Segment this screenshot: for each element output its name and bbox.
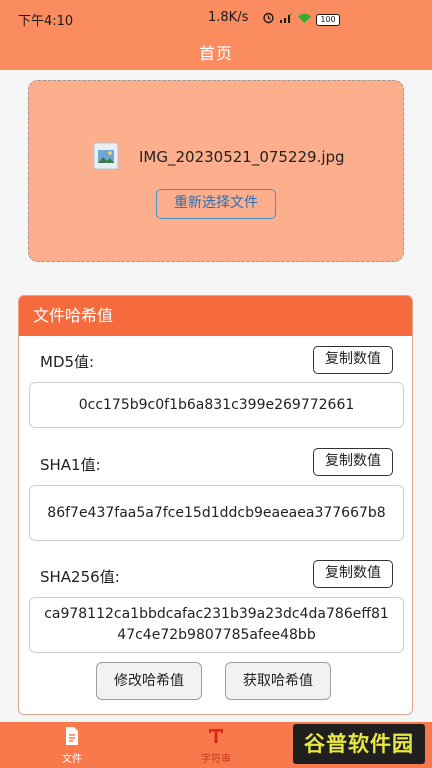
page-title: 首页	[198, 44, 233, 63]
status-time: 下午4:10	[18, 14, 74, 29]
sha256-label: SHA256值:	[40, 568, 120, 586]
status-icons: 100	[262, 11, 340, 28]
nav-item-file[interactable]: 文件	[56, 726, 88, 765]
sha256-value-field[interactable]: ca978112ca1bbdcafac231b39a23dc4da786eff8…	[29, 597, 404, 653]
nav-item-string[interactable]: 字符串	[196, 726, 236, 765]
file-picker-card[interactable]: IMG_20230521_075229.jpg 重新选择文件	[28, 80, 404, 262]
app-header: 下午4:10 1.8K/s 100 首页	[0, 0, 432, 70]
text-icon	[206, 729, 226, 749]
md5-value-field[interactable]: 0cc175b9c0f1b6a831c399e269772661	[29, 382, 404, 428]
network-speed: 1.8K/s	[208, 10, 249, 25]
copy-md5-button[interactable]: 复制数值	[313, 346, 393, 374]
sha1-label: SHA1值:	[40, 456, 101, 474]
battery-icon: 100	[316, 13, 340, 26]
copy-sha1-button[interactable]: 复制数值	[313, 448, 393, 476]
md5-label: MD5值:	[40, 353, 95, 371]
document-icon	[62, 727, 82, 749]
watermark-logo: 谷普软件园	[293, 724, 425, 764]
nav-item-label: 字符串	[201, 754, 231, 765]
reselect-file-button[interactable]: 重新选择文件	[156, 189, 276, 219]
hash-values-card: 文件哈希值 MD5值: 复制数值 0cc175b9c0f1b6a831c399e…	[18, 295, 413, 715]
app-screen: 下午4:10 1.8K/s 100 首页 IMG_20230521_075229…	[0, 0, 432, 768]
sha1-value-field[interactable]: 86f7e437faa5a7fce15d1ddcb9eaeaea377667b8	[29, 485, 404, 541]
image-file-icon	[91, 141, 121, 171]
modify-hash-button[interactable]: 修改哈希值	[96, 662, 202, 700]
copy-sha256-button[interactable]: 复制数值	[313, 560, 393, 588]
signal-icon	[279, 12, 293, 28]
alarm-icon	[262, 11, 275, 28]
nav-item-label: 文件	[62, 754, 82, 765]
hash-card-title: 文件哈希值	[19, 296, 412, 336]
status-bar: 下午4:10 1.8K/s 100	[0, 8, 432, 30]
selected-file-name: IMG_20230521_075229.jpg	[139, 148, 345, 166]
wifi-icon	[297, 12, 312, 28]
fetch-hash-button[interactable]: 获取哈希值	[225, 662, 331, 700]
